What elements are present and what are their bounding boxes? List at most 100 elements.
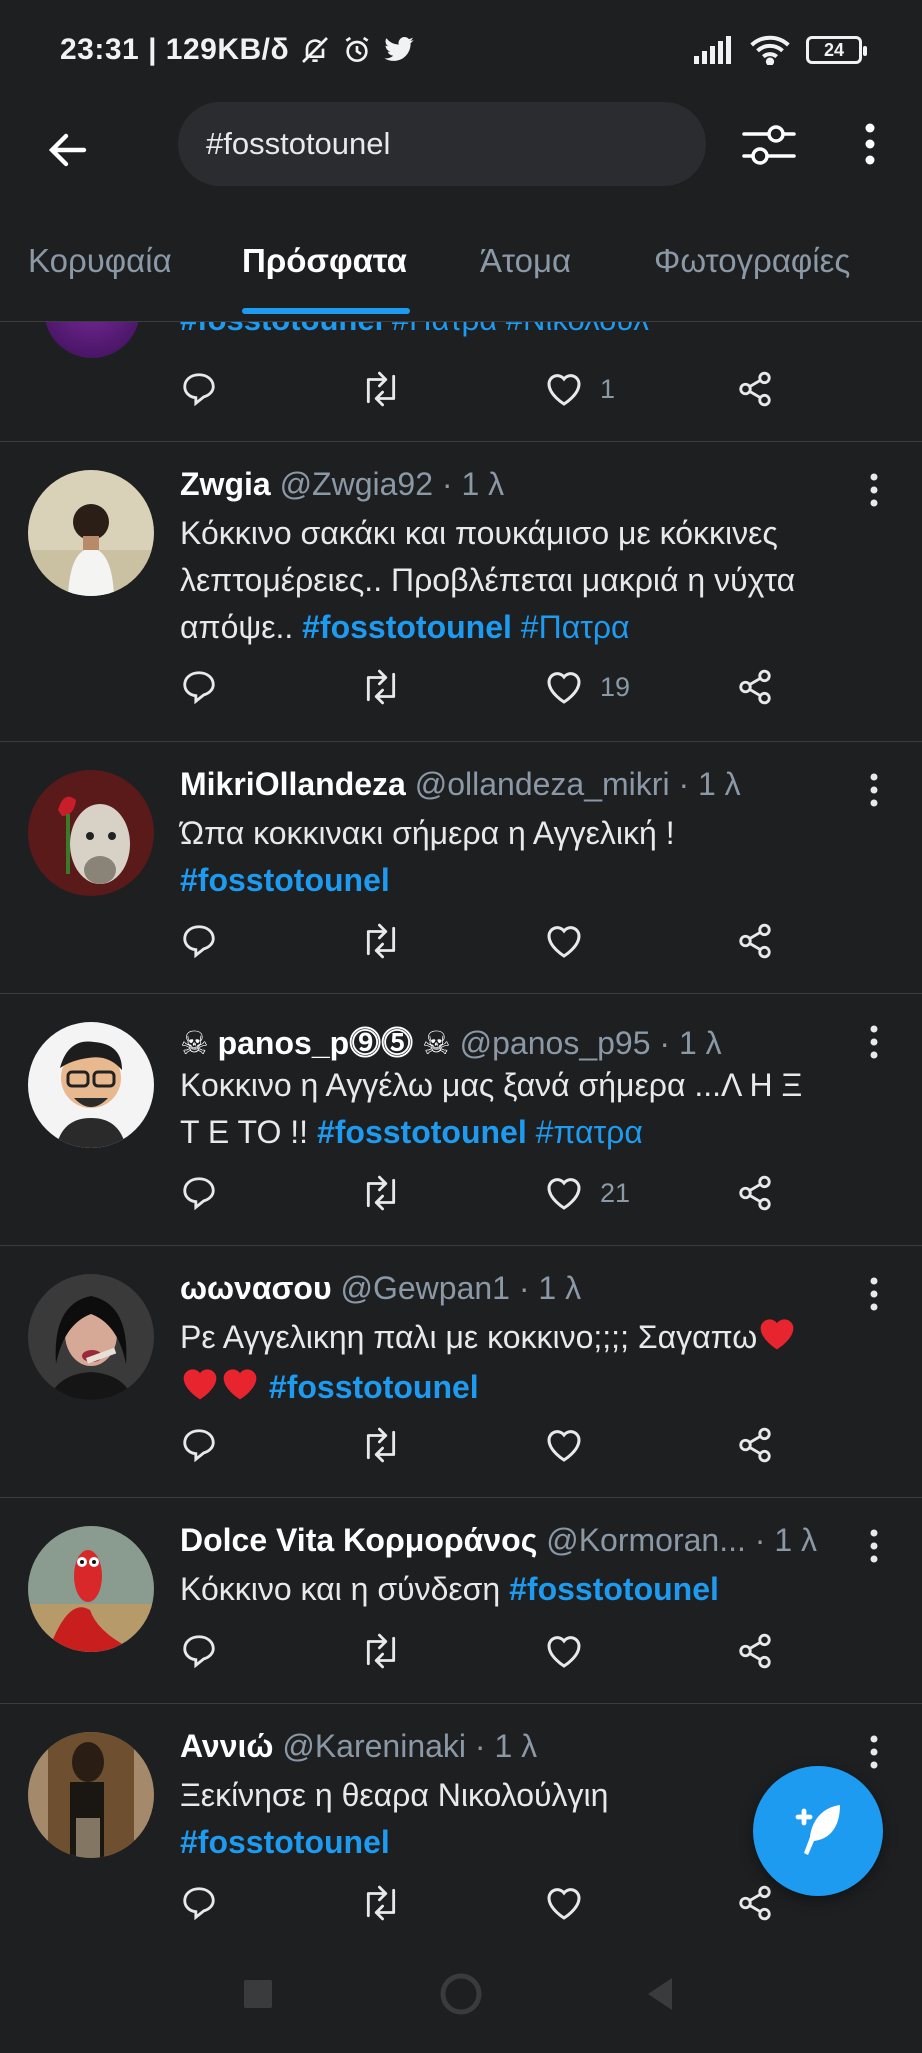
search-input[interactable]: #fosstotounel — [178, 102, 706, 186]
avatar[interactable] — [28, 770, 154, 896]
tab-people[interactable]: Άτομα — [480, 242, 571, 280]
hashtag-link[interactable]: #fosstotounel — [180, 862, 390, 898]
like-count: 1 — [600, 373, 616, 404]
more-options-icon[interactable] — [858, 120, 882, 168]
like-button[interactable] — [544, 1884, 600, 1922]
tweet-line: Κόκκινο σακάκι και πουκάμισο με κόκκινες — [180, 515, 778, 551]
tweet-header: Αννιώ @Kareninaki · 1 λ — [180, 1728, 842, 1765]
status-time: 23:31 | 129KB/δ — [60, 33, 290, 66]
twitter-bird-icon — [383, 36, 415, 64]
tweet-actions: 1 — [180, 370, 800, 418]
tweet-card[interactable]: Dolce Vita Κορμοράνος @Kormoran... · 1 λ… — [0, 1498, 922, 1704]
retweet-icon[interactable] — [360, 1174, 402, 1212]
retweet-icon[interactable] — [360, 1426, 402, 1464]
hashtag-link[interactable]: #fosstotounel — [269, 1369, 479, 1405]
battery-icon: 24 — [806, 36, 867, 64]
share-icon[interactable] — [736, 668, 774, 706]
tweet-more-icon[interactable] — [868, 1528, 880, 1564]
avatar[interactable] — [28, 1022, 154, 1148]
tab-top[interactable]: Κορυφαία — [28, 242, 172, 280]
tweet-card[interactable]: MikriOllandeza @ollandeza_mikri · 1 λ Ώπ… — [0, 742, 922, 994]
retweet-icon[interactable] — [360, 1884, 402, 1922]
tweet-actions: 19 — [180, 668, 800, 716]
avatar[interactable] — [28, 470, 154, 596]
avatar[interactable] — [28, 1526, 154, 1652]
tweet-card[interactable]: ωωνασου @Gewpan1 · 1 λ Ρε Αγγελικηη παλι… — [0, 1246, 922, 1498]
retweet-icon[interactable] — [360, 668, 402, 706]
hashtag-link[interactable]: #fosstotounel — [180, 1824, 390, 1860]
back-nav-icon — [648, 1978, 672, 2010]
hashtag-link[interactable]: #fosstotounel — [302, 609, 512, 645]
tweet-header: Dolce Vita Κορμοράνος @Kormoran... · 1 λ — [180, 1522, 842, 1559]
hashtag-link[interactable]: #fosstotounel — [180, 322, 383, 337]
like-button[interactable]: 1 — [544, 370, 615, 408]
bell-off-icon — [299, 34, 331, 66]
tweet-more-icon[interactable] — [868, 1276, 880, 1312]
like-count: 21 — [600, 1177, 631, 1208]
avatar[interactable] — [28, 1274, 154, 1400]
tweet-text: Ρε Αγγελικηη παλι με κοκκινο;;;; Σαγαπω … — [180, 1314, 888, 1414]
like-button[interactable]: 19 — [544, 668, 630, 706]
display-name[interactable]: ☠ panos_p⓽⓹ ☠ — [180, 1025, 451, 1061]
display-name[interactable]: MikriOllandeza — [180, 766, 406, 802]
handle-and-time: @Gewpan1 · 1 λ — [340, 1270, 582, 1306]
share-icon[interactable] — [736, 1426, 774, 1464]
avatar[interactable] — [28, 1732, 154, 1858]
tweet-more-icon[interactable] — [868, 1734, 880, 1770]
tweet-more-icon[interactable] — [868, 772, 880, 808]
tweet-more-icon[interactable] — [868, 1024, 880, 1060]
display-name[interactable]: Αννιώ — [180, 1728, 273, 1764]
hashtag-link[interactable]: #Πατρα — [512, 609, 630, 645]
status-bar: 23:31 | 129KB/δ 24 — [0, 0, 922, 100]
tweet-actions — [180, 1884, 800, 1932]
hashtag-link[interactable]: #Πατρα #Νικολούλ — [383, 322, 649, 337]
like-button[interactable] — [544, 1632, 600, 1670]
share-icon[interactable] — [736, 922, 774, 960]
tweet-more-icon[interactable] — [868, 472, 880, 508]
display-name[interactable]: Dolce Vita Κορμοράνος — [180, 1522, 537, 1558]
tweet-line: Ώπα κοκκινακι σήμερα η Αγγελική ! — [180, 815, 675, 851]
back-arrow-icon[interactable] — [44, 126, 92, 174]
tweet-header: ωωνασου @Gewpan1 · 1 λ — [180, 1270, 842, 1307]
share-icon[interactable] — [736, 1632, 774, 1670]
signal-icon — [694, 36, 734, 64]
reply-icon[interactable] — [180, 370, 218, 408]
reply-icon[interactable] — [180, 1426, 218, 1464]
red-heart-emoji — [180, 1365, 220, 1414]
hashtag-link[interactable]: #fosstotounel — [509, 1571, 719, 1607]
share-icon[interactable] — [736, 1884, 774, 1922]
tab-latest[interactable]: Πρόσφατα — [242, 242, 407, 280]
reply-icon[interactable] — [180, 668, 218, 706]
reply-icon[interactable] — [180, 1632, 218, 1670]
like-button[interactable] — [544, 1426, 600, 1464]
red-heart-emoji — [220, 1365, 260, 1414]
reply-icon[interactable] — [180, 1884, 218, 1922]
tweet-text: Κόκκινο και η σύνδεση #fosstotounel — [180, 1566, 888, 1613]
like-button[interactable]: 21 — [544, 1174, 630, 1212]
retweet-icon[interactable] — [360, 370, 402, 408]
tweet-line-text: απόψε.. — [180, 609, 303, 645]
active-tab-indicator — [242, 308, 410, 314]
like-button[interactable] — [544, 922, 600, 960]
avatar[interactable] — [44, 322, 140, 358]
hashtag-link[interactable]: #fosstotounel — [317, 1114, 527, 1150]
tweet-actions — [180, 1632, 800, 1680]
tweet-card[interactable]: #fosstotounel #Πατρα #Νικολούλ 1 — [0, 322, 922, 442]
filter-settings-icon[interactable] — [740, 120, 798, 168]
reply-icon[interactable] — [180, 1174, 218, 1212]
reply-icon[interactable] — [180, 922, 218, 960]
share-icon[interactable] — [736, 370, 774, 408]
handle-and-time: @panos_p95 · 1 λ — [459, 1025, 722, 1061]
compose-tweet-button[interactable] — [753, 1766, 883, 1896]
retweet-icon[interactable] — [360, 1632, 402, 1670]
share-icon[interactable] — [736, 1174, 774, 1212]
tweet-card[interactable]: Zwgia @Zwgia92 · 1 λ Κόκκινο σακάκι και … — [0, 442, 922, 742]
tab-photos[interactable]: Φωτογραφίες — [654, 242, 850, 280]
like-count: 19 — [600, 671, 631, 702]
tweet-text: #fosstotounel #Πατρα #Νικολούλ — [180, 322, 649, 338]
display-name[interactable]: Zwgia — [180, 466, 271, 502]
hashtag-link[interactable]: #πατρα — [527, 1114, 643, 1150]
retweet-icon[interactable] — [360, 922, 402, 960]
tweet-card[interactable]: ☠ panos_p⓽⓹ ☠ @panos_p95 · 1 λ Κοκκινο η… — [0, 994, 922, 1246]
display-name[interactable]: ωωνασου — [180, 1270, 332, 1306]
